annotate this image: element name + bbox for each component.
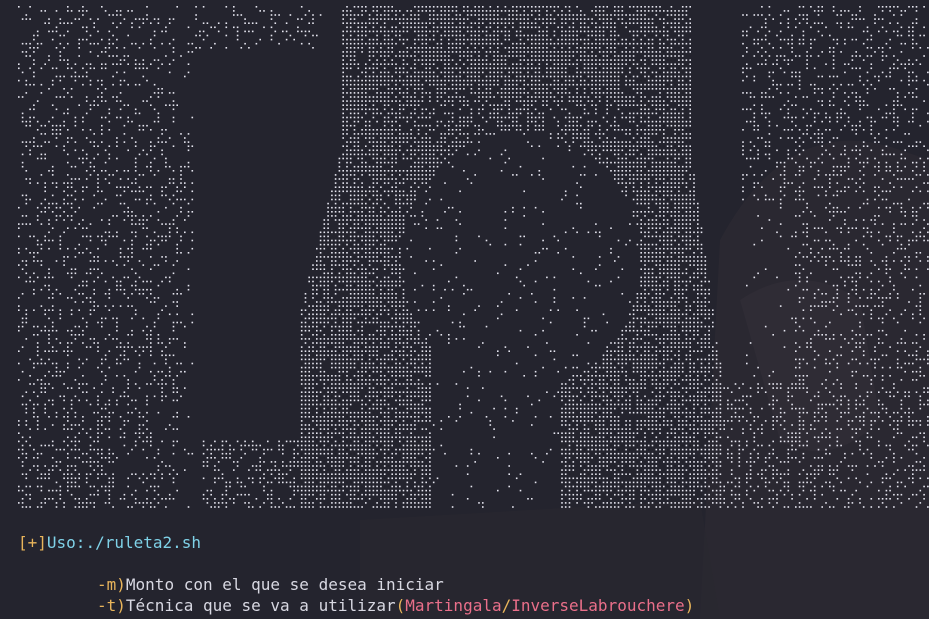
choice-separator: /	[501, 596, 512, 615]
option-flag: -m)	[97, 575, 126, 594]
usage-command: Uso:./ruleta2.sh	[46, 533, 202, 552]
usage-prefix: [+]	[18, 533, 47, 552]
technique-choice: Martingala	[405, 596, 502, 615]
option-flag: -t)	[97, 596, 126, 615]
terminal-window[interactable]: [+]Uso:./ruleta2.sh -m)Monto con el que …	[0, 0, 929, 619]
option-line-m: -m)Monto con el que se desea iniciar	[97, 575, 444, 595]
option-description: Monto con el que se desea iniciar	[125, 575, 444, 594]
ascii-art-portrait	[18, 6, 929, 508]
option-description: Técnica que se va a utilizar	[125, 596, 396, 615]
technique-choice: InverseLabrouchere	[511, 596, 685, 615]
paren-close: )	[684, 596, 695, 615]
usage-line: [+]Uso:./ruleta2.sh	[18, 533, 201, 553]
option-line-t: -t)Técnica que se va a utilizar(Martinga…	[97, 596, 694, 616]
paren-open: (	[395, 596, 406, 615]
